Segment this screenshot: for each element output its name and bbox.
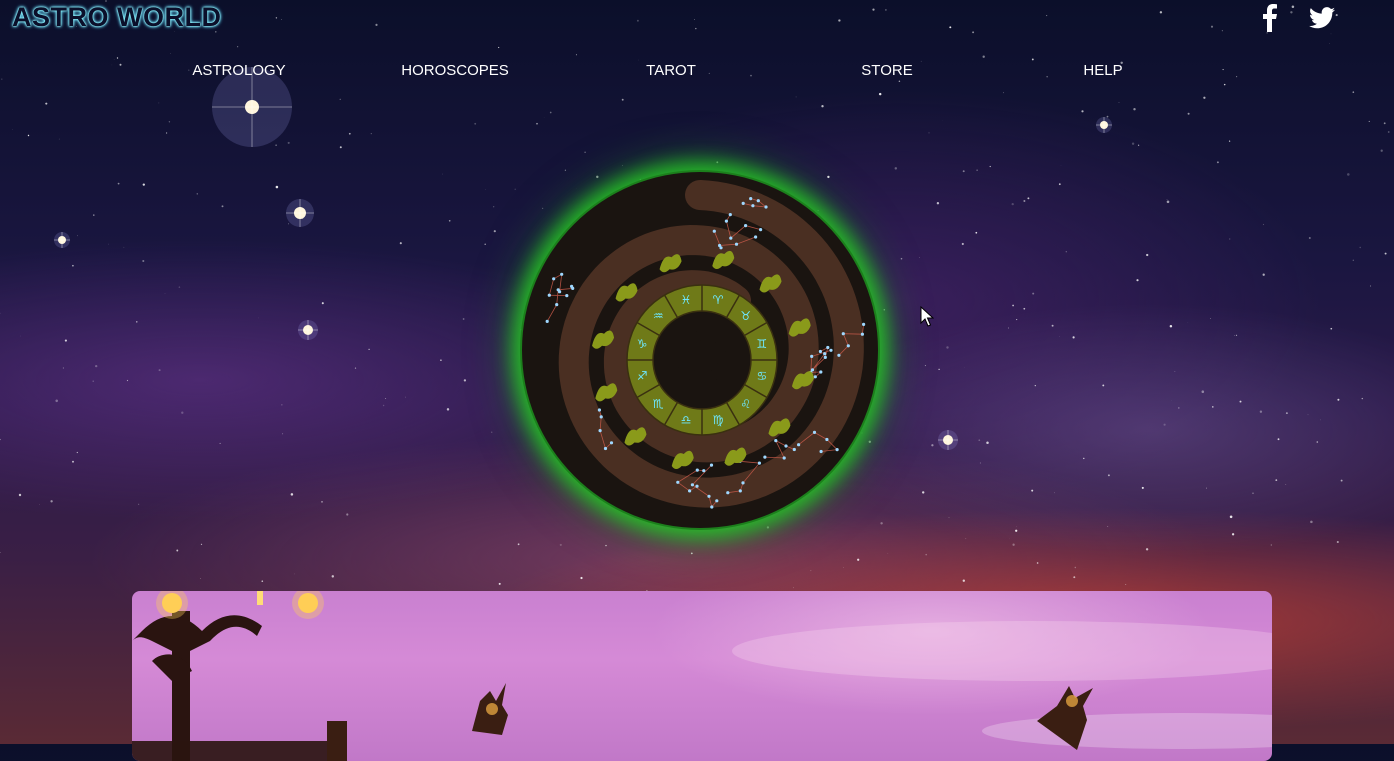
nav-store[interactable]: STORE [861,62,912,79]
main-nav: ASTROLOGY HOROSCOPES TAROT STORE HELP [0,62,1394,82]
nav-astrology[interactable]: ASTROLOGY [192,62,285,79]
svg-text:♑: ♑ [637,337,648,351]
nav-help[interactable]: HELP [1083,62,1122,79]
facebook-icon [1260,4,1278,32]
site-logo[interactable]: ASTRO WORLD [12,2,221,33]
twitter-icon [1309,7,1335,29]
svg-text:♓: ♓ [681,293,692,307]
paris-lampposts-photo [132,591,1272,761]
svg-text:♌: ♌ [740,397,751,411]
zodiac-wheel-graphic: ♈ ♉ ♊ ♋ ♌ ♍ ♎ ♏ ♐ ♑ ♒ ♓ [510,160,890,540]
twitter-link[interactable] [1308,4,1336,32]
feature-image-card [132,591,1272,761]
svg-text:♏: ♏ [653,397,664,411]
facebook-link[interactable] [1258,4,1280,32]
mouse-cursor-icon [920,306,934,328]
svg-text:♒: ♒ [653,309,664,323]
svg-text:♈: ♈ [713,293,724,307]
nav-horoscopes[interactable]: HOROSCOPES [401,62,509,79]
svg-text:♍: ♍ [713,413,724,427]
svg-text:♉: ♉ [740,309,751,323]
nav-tarot[interactable]: TAROT [646,62,696,79]
zodiac-wheel-image: ♈ ♉ ♊ ♋ ♌ ♍ ♎ ♏ ♐ ♑ ♒ ♓ [510,160,890,540]
svg-text:♊: ♊ [757,337,768,351]
svg-text:♐: ♐ [637,369,648,383]
svg-text:♎: ♎ [681,413,692,427]
svg-text:♋: ♋ [757,369,768,383]
